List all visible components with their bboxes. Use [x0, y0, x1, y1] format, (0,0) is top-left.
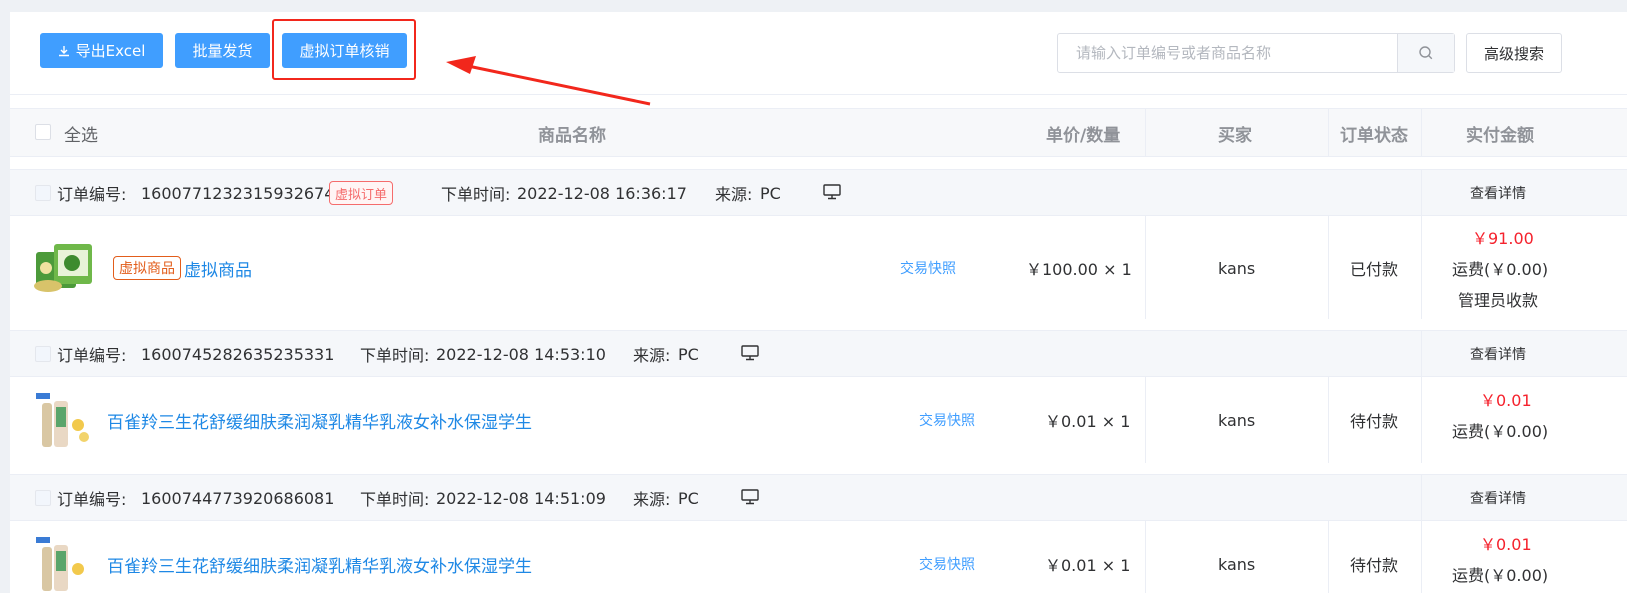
price-quantity: ￥100.00 × 1 — [1026, 260, 1132, 279]
row-divider — [1421, 521, 1422, 593]
order-checkbox[interactable] — [35, 346, 51, 362]
paid-amount: ￥0.01 — [1480, 535, 1532, 554]
buyer-name: kans — [1218, 258, 1256, 278]
table-header: 全选 商品名称 单价/数量 买家 订单状态 实付金额 — [10, 108, 1627, 157]
trade-snapshot-link[interactable]: 交易快照 — [900, 258, 956, 278]
monitor-icon — [823, 184, 841, 200]
order-source-label: 来源: — [715, 185, 753, 204]
buyer-name: kans — [1218, 554, 1256, 574]
orders-table: 全选 商品名称 单价/数量 买家 订单状态 实付金额 订单编号: 1600771… — [10, 0, 1627, 593]
order-time: 2022-12-08 14:51:09 — [436, 488, 606, 508]
trade-snapshot-link[interactable]: 交易快照 — [919, 410, 975, 430]
virtual-product-tag: 虚拟商品 — [113, 256, 181, 280]
row-divider — [1145, 521, 1146, 593]
product-name-link[interactable]: 虚拟商品 — [184, 256, 252, 281]
monitor-icon — [741, 345, 759, 361]
header-divider — [1328, 109, 1329, 157]
row-divider — [1328, 216, 1329, 319]
order-time: 2022-12-08 14:53:10 — [436, 344, 606, 364]
price-quantity: ￥0.01 × 1 — [1045, 556, 1131, 575]
order-header-divider — [1421, 331, 1422, 377]
header-divider — [1421, 109, 1422, 157]
row-divider — [1328, 377, 1329, 463]
order-header: 订单编号: 1600771232315932674 虚拟订单 下单时间: 202… — [10, 169, 1627, 216]
buyer-name: kans — [1218, 410, 1256, 430]
product-name-link[interactable]: 百雀羚三生花舒缓细肤柔润凝乳精华乳液女补水保湿学生 — [107, 408, 532, 433]
order-number: 1600745282635235331 — [141, 344, 335, 364]
order-number: 1600744773920686081 — [141, 488, 335, 508]
order-header-divider — [1421, 170, 1422, 216]
view-detail-link[interactable]: 查看详情 — [1470, 475, 1526, 521]
order-header-divider — [1421, 475, 1422, 521]
order-number-label: 订单编号: — [57, 185, 127, 204]
order-header: 订单编号: 1600745282635235331 下单时间: 2022-12-… — [10, 330, 1627, 377]
row-divider — [1145, 377, 1146, 463]
header-buyer: 买家 — [1218, 125, 1252, 146]
order-source: PC — [678, 488, 699, 508]
row-divider — [1421, 216, 1422, 319]
select-all-checkbox[interactable] — [35, 124, 51, 140]
shipping-fee: 运费(￥0.00) — [1452, 260, 1549, 279]
order-time-label: 下单时间: — [360, 346, 430, 365]
order-source: PC — [678, 344, 699, 364]
toolbar-divider — [10, 94, 1627, 95]
order-time: 2022-12-08 16:36:17 — [517, 183, 687, 203]
paid-amount: ￥91.00 — [1472, 229, 1534, 248]
order-source: PC — [760, 183, 781, 203]
row-divider — [1145, 216, 1146, 319]
payment-note: 管理员收款 — [1458, 291, 1539, 310]
order-checkbox[interactable] — [35, 185, 51, 201]
view-detail-link[interactable]: 查看详情 — [1470, 331, 1526, 377]
order-row: 百雀羚三生花舒缓细肤柔润凝乳精华乳液女补水保湿学生 交易快照 ￥0.01 × 1… — [10, 377, 1627, 463]
product-thumbnail — [36, 537, 84, 591]
shipping-fee: 运费(￥0.00) — [1452, 566, 1549, 585]
shipping-fee: 运费(￥0.00) — [1452, 422, 1549, 441]
order-source-label: 来源: — [633, 490, 671, 509]
header-status: 订单状态 — [1340, 125, 1408, 146]
header-price-qty: 单价/数量 — [1046, 125, 1121, 146]
header-paid: 实付金额 — [1466, 125, 1534, 146]
product-thumbnail — [34, 244, 92, 292]
trade-snapshot-link[interactable]: 交易快照 — [919, 554, 975, 574]
order-header: 订单编号: 1600744773920686081 下单时间: 2022-12-… — [10, 474, 1627, 521]
paid-amount: ￥0.01 — [1480, 391, 1532, 410]
price-quantity: ￥0.01 × 1 — [1045, 412, 1131, 431]
order-source-label: 来源: — [633, 346, 671, 365]
order-status: 待付款 — [1350, 412, 1399, 431]
order-checkbox[interactable] — [35, 490, 51, 506]
order-time-label: 下单时间: — [441, 185, 511, 204]
order-number-label: 订单编号: — [57, 346, 127, 365]
product-thumbnail — [36, 393, 89, 447]
virtual-order-tag: 虚拟订单 — [329, 181, 394, 205]
order-status: 已付款 — [1350, 260, 1399, 279]
product-name-link[interactable]: 百雀羚三生花舒缓细肤柔润凝乳精华乳液女补水保湿学生 — [107, 552, 532, 577]
view-detail-link[interactable]: 查看详情 — [1470, 170, 1526, 216]
order-number-label: 订单编号: — [57, 490, 127, 509]
order-row: 百雀羚三生花舒缓细肤柔润凝乳精华乳液女补水保湿学生 交易快照 ￥0.01 × 1… — [10, 521, 1627, 593]
order-status: 待付款 — [1350, 556, 1399, 575]
select-all-label: 全选 — [64, 125, 98, 146]
order-number: 1600771232315932674 — [141, 183, 335, 203]
order-row: 虚拟商品 虚拟商品 交易快照 ￥100.00 × 1 kans 已付款 ￥91.… — [10, 216, 1627, 319]
row-divider — [1328, 521, 1329, 593]
order-time-label: 下单时间: — [360, 490, 430, 509]
header-divider — [1145, 109, 1146, 157]
row-divider — [1421, 377, 1422, 463]
monitor-icon — [741, 489, 759, 505]
header-product-name: 商品名称 — [538, 125, 606, 146]
